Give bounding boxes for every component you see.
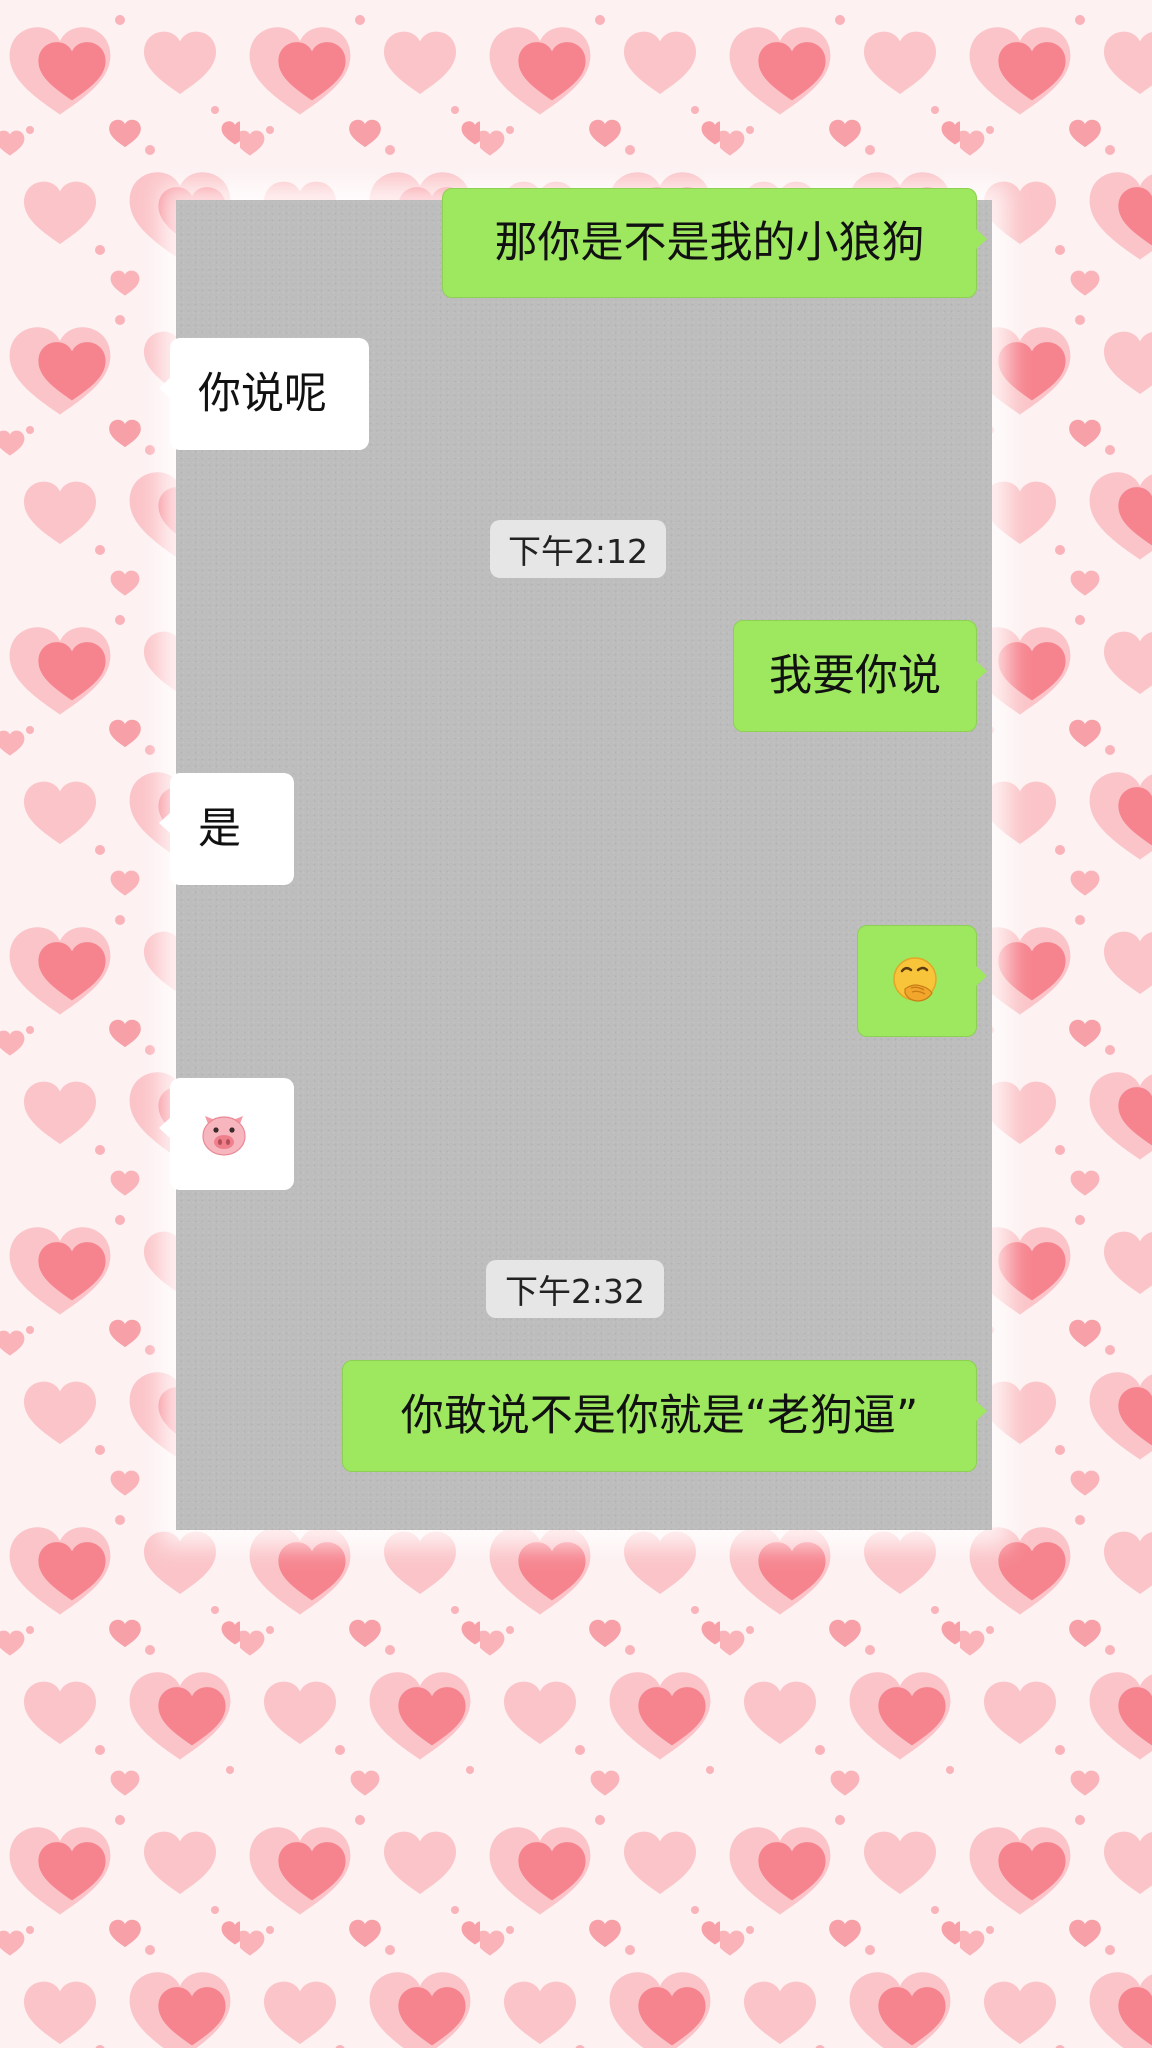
message-text: 你说呢 <box>198 368 327 419</box>
outgoing-message-bubble[interactable]: 我要你说 <box>733 620 987 732</box>
incoming-message-bubble[interactable]: 是 <box>159 773 294 885</box>
timestamp-text: 下午2:32 <box>504 1272 646 1311</box>
message-timestamp: 下午2:12 <box>490 520 666 578</box>
outgoing-emoji-bubble[interactable] <box>857 925 987 1037</box>
hand-over-mouth-emoji <box>893 957 937 1002</box>
message-text: 是 <box>198 803 241 854</box>
message-timestamp: 下午2:32 <box>486 1260 664 1318</box>
incoming-emoji-bubble[interactable] <box>159 1078 294 1190</box>
pig-face-emoji <box>202 1116 246 1156</box>
message-text: 那你是不是我的小狼狗 <box>494 217 925 268</box>
timestamp-text: 下午2:12 <box>507 532 649 571</box>
incoming-message-bubble[interactable]: 你说呢 <box>159 338 369 450</box>
outgoing-message-bubble[interactable]: 你敢说不是你就是“老狗逼” <box>342 1360 987 1472</box>
outgoing-message-bubble[interactable]: 那你是不是我的小狼狗 <box>442 188 987 298</box>
chat-screenshot-panel: 那你是不是我的小狼狗 你说呢 下午2:12 我要你说 是 下午2:32 你敢说不… <box>159 188 992 1530</box>
message-text: 我要你说 <box>769 650 941 701</box>
message-text: 你敢说不是你就是“老狗逼” <box>400 1390 919 1441</box>
